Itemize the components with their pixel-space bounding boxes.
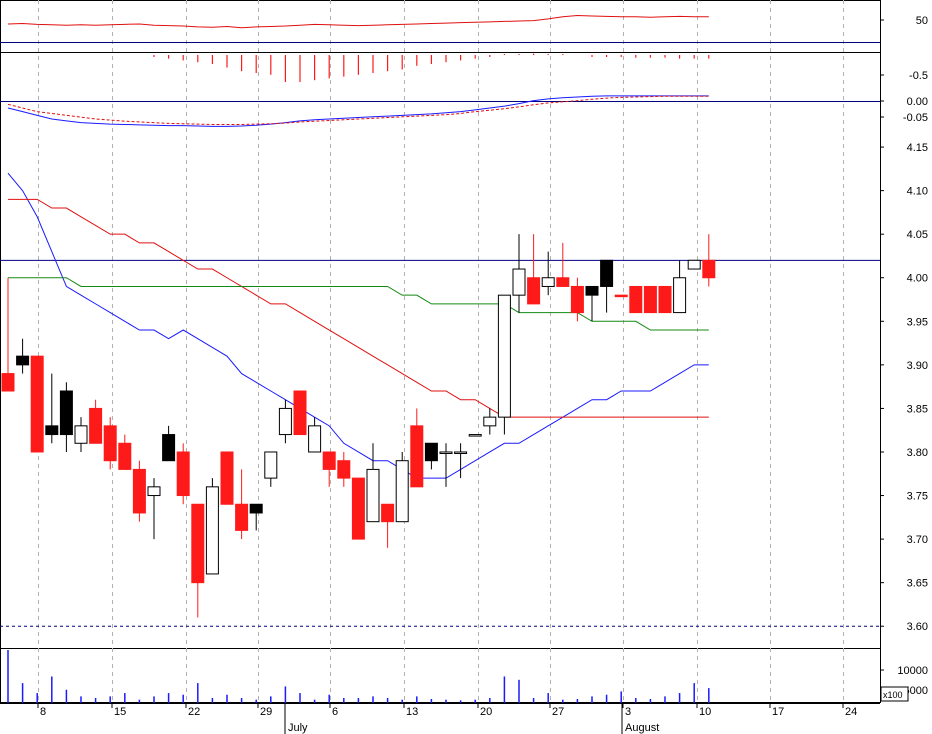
candle-body xyxy=(191,503,205,584)
x-tick-label: 3 xyxy=(625,706,631,718)
price-tick-label: 4.15 xyxy=(907,142,928,154)
x-tick-label: 8 xyxy=(40,706,46,718)
candle-body xyxy=(1,373,15,392)
plot-frame xyxy=(0,0,881,703)
price-tick-label: 3.60 xyxy=(907,621,928,633)
x-tick-label: 15 xyxy=(114,706,126,718)
candle-body xyxy=(293,390,307,436)
x-tick-label: 6 xyxy=(332,706,338,718)
price-panel xyxy=(0,172,880,627)
candle-body xyxy=(468,434,482,437)
price-tick-label: 3.90 xyxy=(907,360,928,372)
macd-tick-label: 0.00 xyxy=(907,96,928,108)
candle-body xyxy=(351,477,365,540)
candle-body xyxy=(147,486,161,497)
vertical-gridlines xyxy=(38,0,844,703)
candle-body xyxy=(702,259,716,279)
candle-body xyxy=(16,355,30,366)
candle-body xyxy=(483,416,497,427)
candle-body xyxy=(162,434,176,462)
price-tick-label: 3.80 xyxy=(907,447,928,459)
candle-body xyxy=(497,294,511,418)
price-tick-label: 4.05 xyxy=(907,229,928,241)
x-tick-label: 22 xyxy=(188,706,200,718)
candle-body xyxy=(45,425,59,436)
candle-body xyxy=(205,486,219,575)
candle-body xyxy=(89,407,103,444)
candle-body xyxy=(132,468,146,514)
macd-tick-label: -0.05 xyxy=(903,112,928,124)
oscillator-panel xyxy=(0,15,880,43)
signal-line xyxy=(7,95,709,125)
price-tick-label: 3.85 xyxy=(907,403,928,415)
candle-body xyxy=(322,451,336,470)
x-tick-label: 20 xyxy=(480,706,492,718)
candle-body xyxy=(220,451,234,505)
price-tick-label: 3.75 xyxy=(907,491,928,503)
candle-body xyxy=(249,503,263,514)
x-tick-label: 27 xyxy=(552,706,564,718)
candle-body xyxy=(103,425,117,462)
candle-body xyxy=(614,294,628,298)
oscillator-line xyxy=(7,15,709,29)
candle-body xyxy=(366,468,380,523)
candle-body xyxy=(658,285,672,314)
candle-body xyxy=(264,451,278,479)
candle-body xyxy=(410,425,424,488)
candle-body xyxy=(643,285,657,314)
macd-panel xyxy=(0,95,880,127)
candle-body xyxy=(512,268,526,296)
candle-body xyxy=(395,460,409,523)
candle-body xyxy=(74,425,88,444)
price-tick-label: 4.10 xyxy=(907,186,928,198)
candle-body xyxy=(30,355,44,453)
price-tick-label: 3.95 xyxy=(907,316,928,328)
volume-tick-label: 10000 xyxy=(897,665,928,677)
x-tick-label: 13 xyxy=(406,706,418,718)
price-tick-label: 3.70 xyxy=(907,534,928,546)
candle-body xyxy=(308,425,322,453)
volume-panel xyxy=(7,650,710,703)
candle-body xyxy=(176,451,190,497)
candle-body xyxy=(556,277,570,287)
x-tick-label: 29 xyxy=(260,706,272,718)
bottom-axis: 8 15 22 29 6 13 20 27 3 10 17 24 July August xyxy=(0,703,880,734)
candle-body xyxy=(424,442,438,462)
ma-mid-line xyxy=(8,198,709,418)
hist-tick-label: -0.5 xyxy=(909,70,928,82)
price-tick-label: 4.00 xyxy=(907,273,928,285)
osc-tick-label: 50 xyxy=(916,15,928,27)
x-tick-label: 10 xyxy=(699,706,711,718)
x-tick-label: 24 xyxy=(845,706,857,718)
candle-body xyxy=(527,277,541,305)
candle-body xyxy=(600,259,614,287)
candle-body xyxy=(59,390,73,436)
candle-body xyxy=(673,277,687,314)
candle-body xyxy=(629,285,643,314)
candle-body xyxy=(439,451,453,454)
candle-body xyxy=(381,503,395,523)
price-tick-label: 3.65 xyxy=(907,578,928,590)
month-label: July xyxy=(288,722,308,734)
candle-body xyxy=(585,285,599,296)
volume-scale-label: x100 xyxy=(883,690,903,700)
candle-body xyxy=(337,460,351,479)
x-tick-label: 17 xyxy=(772,706,784,718)
macd-line xyxy=(7,95,709,127)
panel-borders xyxy=(0,0,881,703)
histogram-panel xyxy=(153,53,710,82)
stock-chart: 50 -0.5 0.00 -0.05 4.15 4.10 4.05 4.00 3.95 3.90 3… xyxy=(0,0,928,734)
candle-body xyxy=(541,277,555,287)
candle-body xyxy=(235,503,249,531)
candle-body xyxy=(278,407,292,436)
month-label: August xyxy=(625,722,659,734)
candle-body xyxy=(118,442,132,470)
candle-body xyxy=(454,451,468,454)
candle-body xyxy=(570,285,584,314)
right-axis: 50 -0.5 0.00 -0.05 4.15 4.10 4.05 4.00 3.95 3.90 3… xyxy=(880,15,928,702)
candle-body xyxy=(687,259,701,270)
